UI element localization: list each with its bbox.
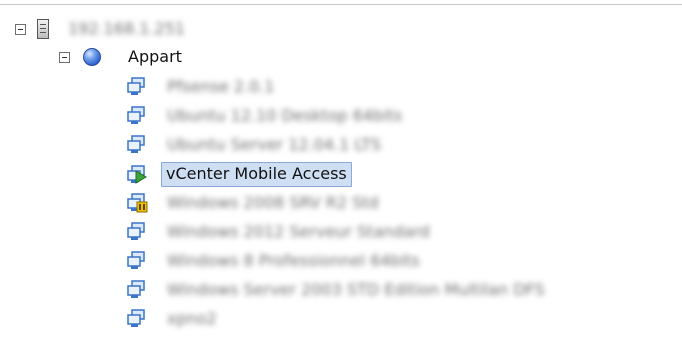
- tree-node-vm[interactable]: Pfsense 2.0.1: [0, 73, 682, 100]
- vm-icon: [126, 135, 148, 155]
- datacenter-icon: [83, 48, 101, 66]
- tree-node-datacenter[interactable]: Appart: [0, 44, 682, 71]
- vm-label-selected: vCenter Mobile Access: [161, 162, 352, 187]
- vm-warning-icon: [126, 193, 148, 213]
- tree-node-vm[interactable]: Ubuntu Server 12.04.1 LTS: [0, 131, 682, 158]
- tree-node-vm[interactable]: xpno2: [0, 305, 682, 332]
- vm-powered-on-icon: [126, 165, 148, 185]
- vm-label: Windows 8 Professionnel 64bits: [167, 251, 420, 270]
- tree-node-vm[interactable]: Windows Server 2003 STD Edition Multilan…: [0, 276, 682, 303]
- collapse-toggle-icon[interactable]: [59, 52, 70, 63]
- server-icon: [37, 19, 49, 39]
- vm-label: Windows 2012 Serveur Standard: [167, 222, 430, 241]
- collapse-toggle-icon[interactable]: [15, 24, 26, 35]
- vm-icon: [126, 77, 148, 97]
- inventory-tree[interactable]: 192.168.1.251 Appart Pfsense 2.0.1 Ubunt…: [0, 0, 682, 359]
- vm-label: xpno2: [167, 309, 217, 328]
- vm-icon: [126, 280, 148, 300]
- vm-icon: [126, 222, 148, 242]
- tree-node-host[interactable]: 192.168.1.251: [0, 16, 682, 43]
- vm-label: Windows Server 2003 STD Edition Multilan…: [167, 280, 545, 299]
- vm-label: Pfsense 2.0.1: [167, 77, 275, 96]
- vm-icon: [126, 251, 148, 271]
- datacenter-label: Appart: [128, 47, 182, 66]
- vm-label: Windows 2008 SRV R2 Std: [167, 193, 379, 212]
- tree-node-vm-selected[interactable]: vCenter Mobile Access: [0, 160, 682, 187]
- tree-node-vm[interactable]: Ubuntu 12.10 Desktop 64bits: [0, 102, 682, 129]
- vm-label: Ubuntu 12.10 Desktop 64bits: [167, 106, 403, 125]
- tree-node-vm[interactable]: Windows 8 Professionnel 64bits: [0, 247, 682, 274]
- tree-node-vm[interactable]: Windows 2012 Serveur Standard: [0, 218, 682, 245]
- vm-icon: [126, 309, 148, 329]
- host-label: 192.168.1.251: [68, 19, 186, 38]
- vm-label: Ubuntu Server 12.04.1 LTS: [167, 135, 381, 154]
- vm-icon: [126, 106, 148, 126]
- tree-node-vm[interactable]: Windows 2008 SRV R2 Std: [0, 189, 682, 216]
